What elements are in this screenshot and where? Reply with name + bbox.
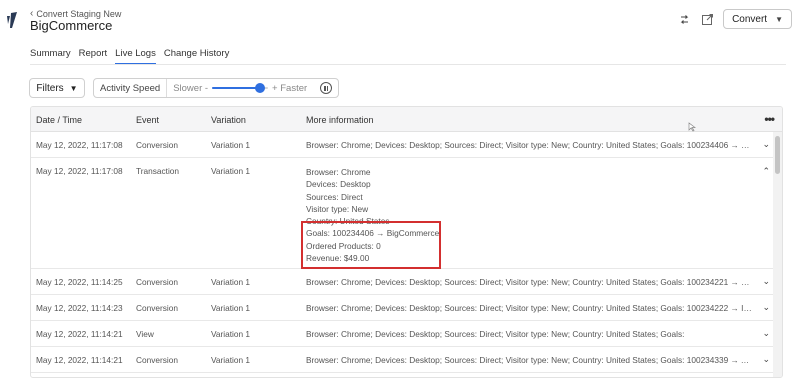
tab-bar: Summary Report Live Logs Change History [30,48,229,65]
project-dropdown-button[interactable]: Convert ▼ [723,9,792,29]
row-event: Conversion [136,355,178,365]
activity-speed-label: Activity Speed [100,79,168,97]
column-variation: Variation [211,115,246,125]
pause-icon[interactable] [320,82,332,94]
row-info: Browser: Chrome; Devices: Desktop; Sourc… [306,355,754,365]
row-info: Browser: Chrome; Devices: Desktop; Sourc… [306,329,685,339]
table-row[interactable]: May 12, 2022, 11:14:23 Conversion Variat… [31,295,782,321]
table-row[interactable]: May 12, 2022, 11:17:08 Conversion Variat… [31,132,782,158]
row-event: Conversion [136,277,178,287]
slower-label: Slower - [173,82,209,94]
live-logs-table: Date / Time Event Variation More informa… [30,106,783,378]
more-options-icon[interactable]: ••• [764,112,775,126]
page-title: BigCommerce [30,18,113,33]
table-row-expanded[interactable]: May 12, 2022, 11:17:08 Transaction Varia… [31,158,782,269]
row-event: Conversion [136,303,178,313]
row-date: May 12, 2022, 11:17:08 [36,140,123,150]
slider-fill [212,87,260,89]
column-date-time: Date / Time [36,115,83,125]
top-actions: Convert ▼ [677,9,792,29]
row-variation: Variation 1 [211,329,251,339]
detail-sources: Sources: Direct [306,191,363,202]
breadcrumb-label: Convert Staging New [36,8,122,19]
chevron-down-icon[interactable]: ⌄ [762,276,770,287]
row-info: Browser: Chrome; Devices: Desktop; Sourc… [306,277,754,287]
column-event: Event [136,115,160,125]
row-event: Conversion [136,140,178,150]
row-event: View [136,329,154,339]
row-variation: Variation 1 [211,166,251,176]
filters-dropdown-button[interactable]: Filters ▼ [29,78,85,98]
table-scrollbar[interactable] [773,132,782,377]
row-date: May 12, 2022, 11:14:25 [36,277,123,287]
detail-devices: Devices: Desktop [306,179,371,190]
row-variation: Variation 1 [211,140,251,150]
row-date: May 12, 2022, 11:14:23 [36,303,123,313]
row-date: May 12, 2022, 11:14:21 [36,355,123,365]
row-variation: Variation 1 [211,277,251,287]
sync-icon[interactable] [677,12,691,26]
table-header: Date / Time Event Variation More informa… [31,107,782,132]
column-more-information: More information [306,115,374,125]
chevron-down-icon[interactable]: ⌄ [762,139,770,150]
chevron-down-icon[interactable]: ⌄ [762,302,770,313]
chevron-down-icon: ▼ [775,14,783,24]
convert-logo-icon [7,12,17,28]
row-date: May 12, 2022, 11:17:08 [36,166,123,176]
chevron-down-icon: ▼ [69,83,78,93]
faster-label: + Faster [272,82,308,94]
mouse-cursor-icon [688,122,696,132]
external-link-icon[interactable] [700,12,714,26]
row-event: Transaction [136,166,180,176]
chevron-down-icon[interactable]: ⌄ [762,328,770,339]
filters-label: Filters [36,82,64,94]
chevron-up-icon[interactable]: ⌃ [762,166,770,177]
tab-report[interactable]: Report [79,48,108,65]
tab-change-history[interactable]: Change History [164,48,229,65]
activity-speed-control: Activity Speed Slower - + Faster [93,78,339,98]
project-dropdown-label: Convert [732,13,768,25]
scrollbar-thumb[interactable] [775,136,780,174]
activity-speed-slider[interactable] [212,83,269,93]
tabs-divider [30,64,786,65]
tab-summary[interactable]: Summary [30,48,71,65]
row-variation: Variation 1 [211,303,251,313]
highlight-box [301,221,441,269]
tab-live-logs[interactable]: Live Logs [115,48,156,65]
slider-handle[interactable] [254,83,265,93]
table-row[interactable]: May 12, 2022, 11:14:25 Conversion Variat… [31,269,782,295]
detail-visitor-type: Visitor type: New [306,203,369,214]
chevron-down-icon[interactable]: ⌄ [762,354,770,365]
row-info: Browser: Chrome; Devices: Desktop; Sourc… [306,140,754,150]
row-date: May 12, 2022, 11:14:21 [36,329,123,339]
table-row[interactable]: May 12, 2022, 11:14:21 Conversion Variat… [31,347,782,373]
table-row[interactable]: May 12, 2022, 11:14:21 View Variation 1 … [31,321,782,347]
detail-browser: Browser: Chrome [306,167,371,177]
row-info: Browser: Chrome; Devices: Desktop; Sourc… [306,303,754,313]
row-variation: Variation 1 [211,355,251,365]
